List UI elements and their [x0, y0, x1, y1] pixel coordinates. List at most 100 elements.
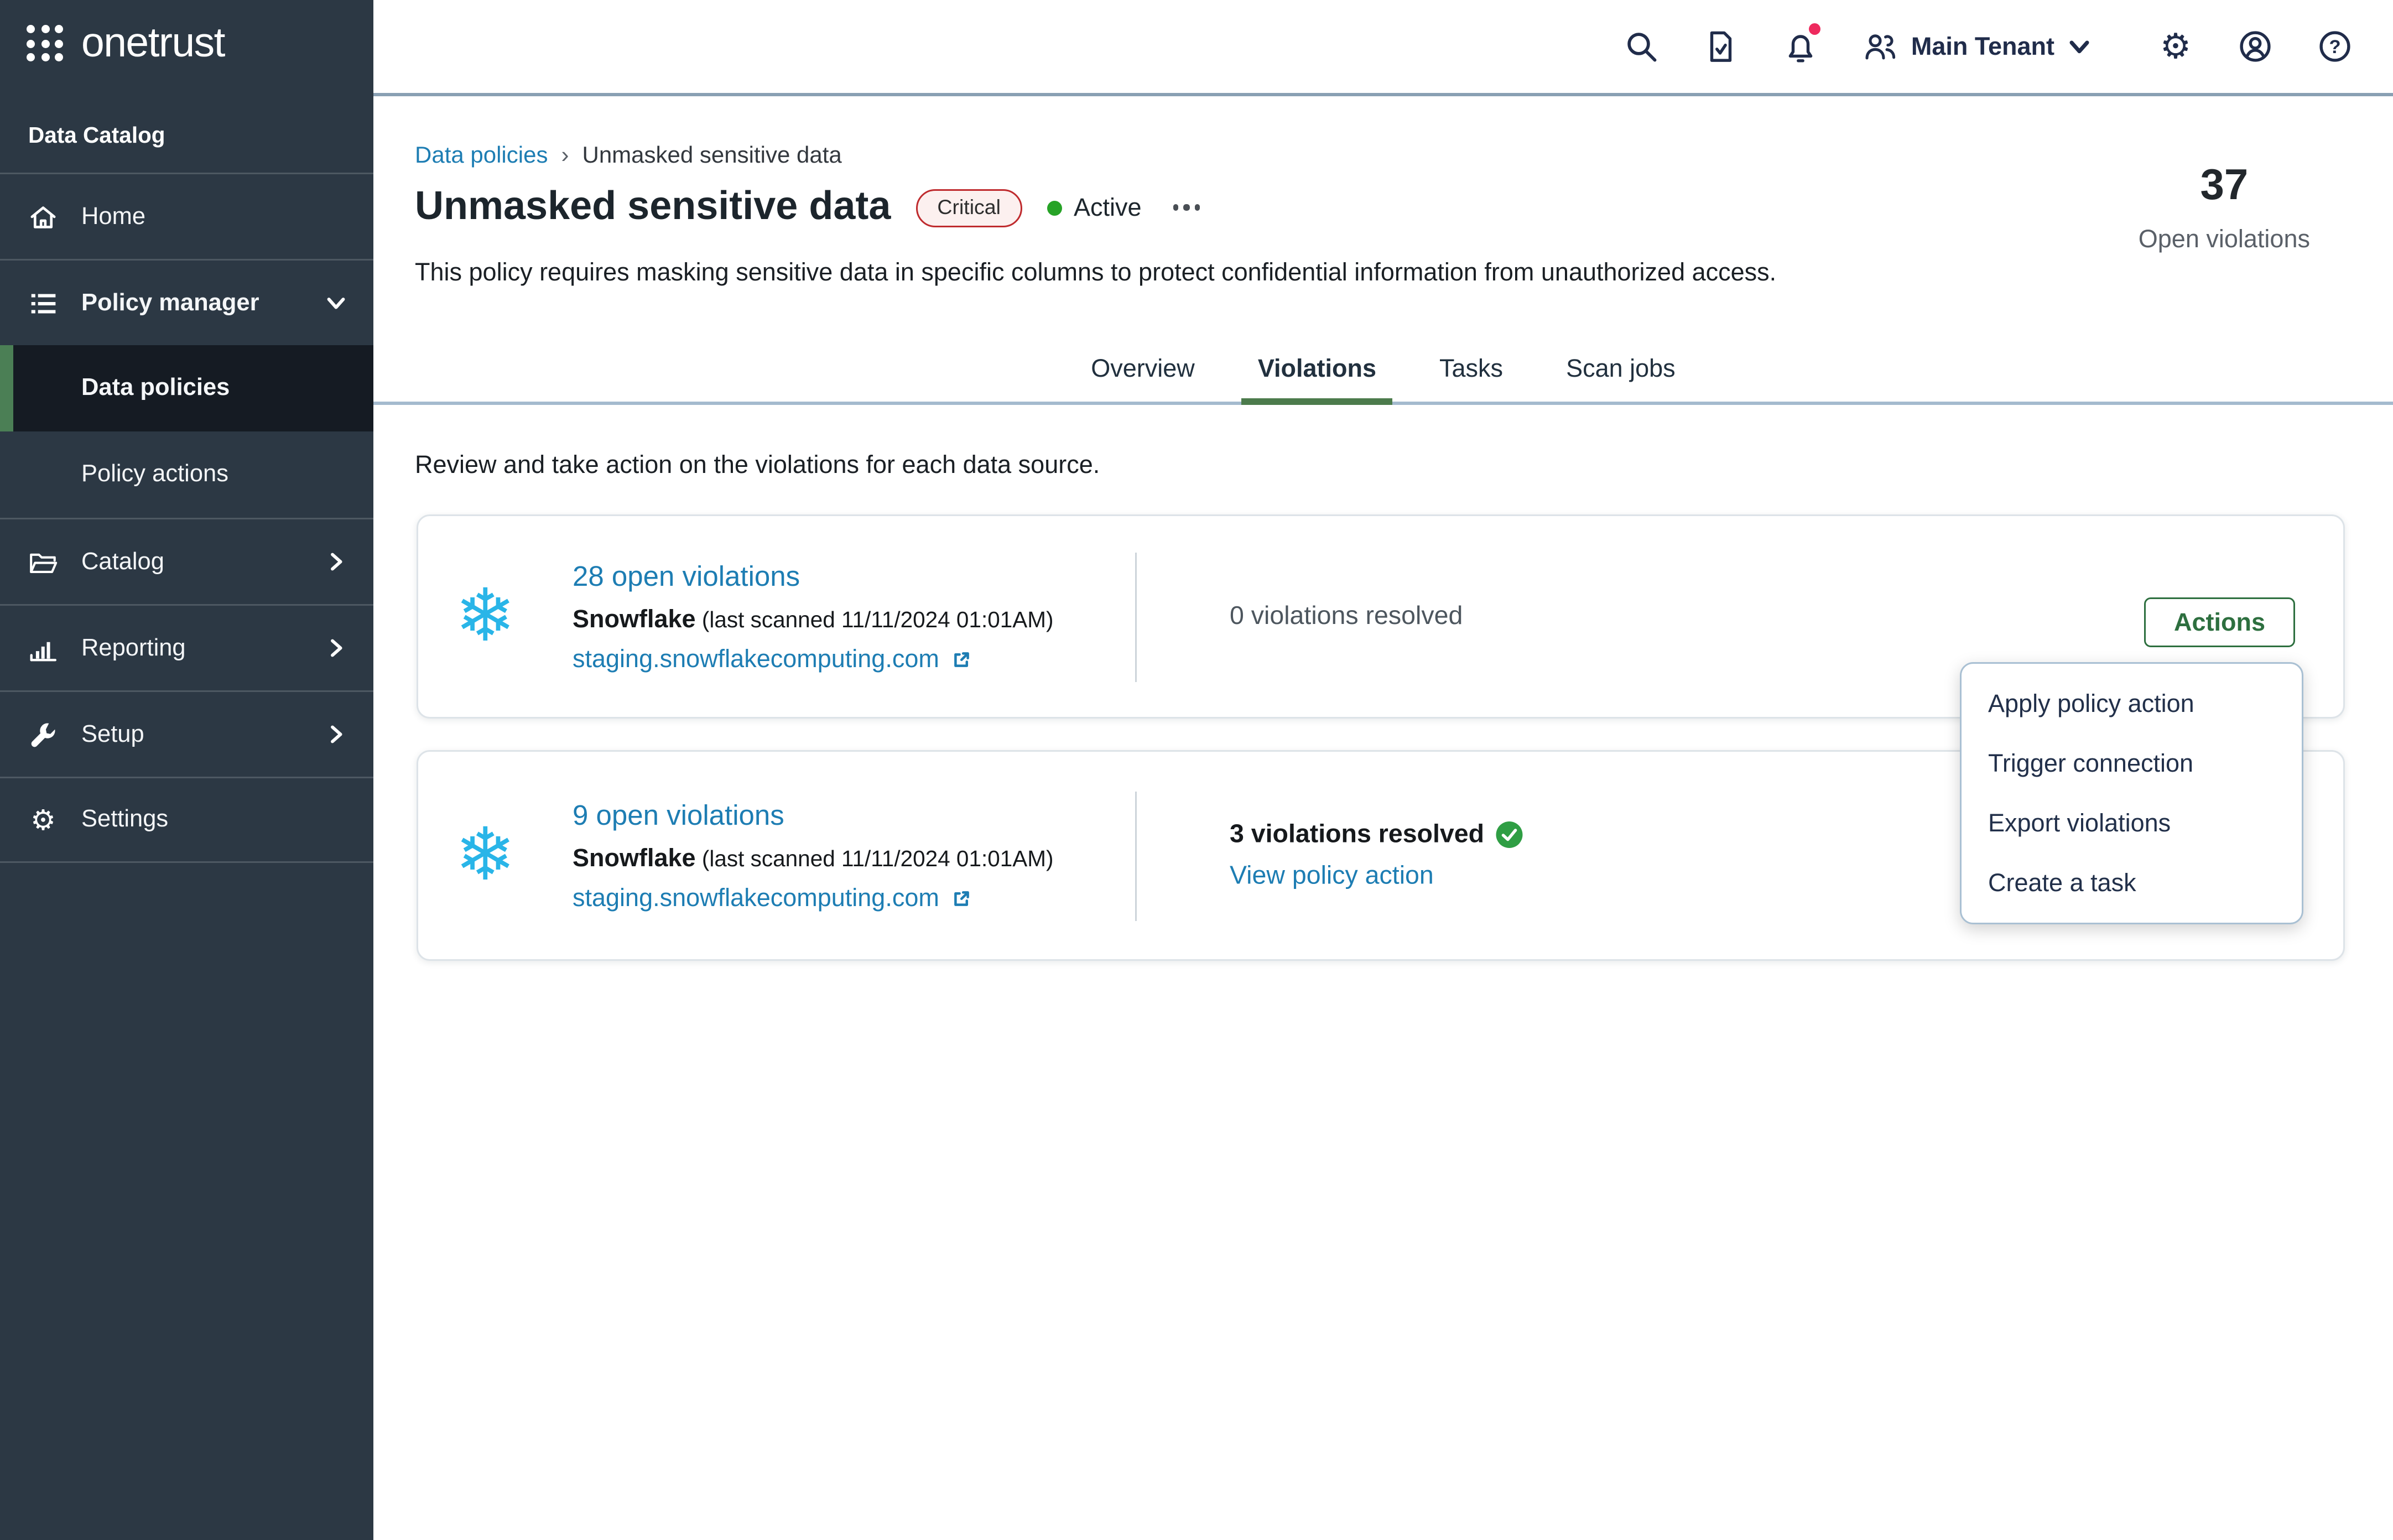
- sidebar-item-data-policies[interactable]: Data policies: [0, 345, 373, 431]
- product-label: Data Catalog: [28, 123, 165, 148]
- external-link-icon: [951, 648, 972, 670]
- source-name: Snowflake: [573, 605, 696, 633]
- card-source-block: 9 open violations Snowflake (last scanne…: [573, 799, 1054, 912]
- resolved-text: 3 violations resolved: [1230, 820, 1484, 850]
- search-icon[interactable]: [1622, 28, 1659, 65]
- page-title: Unmasked sensitive data: [415, 188, 891, 227]
- wrench-icon: [27, 718, 60, 751]
- policy-description: This policy requires masking sensitive d…: [415, 259, 1776, 287]
- sidebar-item-label: Data policies: [81, 375, 230, 402]
- open-violations-link[interactable]: 9 open violations: [573, 799, 1054, 833]
- snowflake-logo-icon: ❄: [455, 580, 516, 653]
- sidebar-item-home[interactable]: Home: [0, 173, 373, 259]
- svg-text:?: ?: [2329, 37, 2340, 58]
- breadcrumb-link-data-policies[interactable]: Data policies: [415, 141, 548, 168]
- last-scanned-info: (last scanned 11/11/2024 01:01AM): [702, 607, 1054, 632]
- sidebar-item-settings[interactable]: ⚙ Settings: [0, 777, 373, 863]
- help-icon[interactable]: ?: [2317, 28, 2353, 65]
- section-intro: Review and take action on the violations…: [415, 451, 1100, 480]
- open-violations-count: 37: [2139, 159, 2310, 211]
- severity-badge: Critical: [915, 189, 1022, 227]
- account-icon[interactable]: [2237, 28, 2274, 65]
- menu-item-create-a-task[interactable]: Create a task: [1962, 853, 2302, 913]
- menu-item-export-violations[interactable]: Export violations: [1962, 793, 2302, 853]
- more-options-icon[interactable]: [1167, 198, 1208, 217]
- tab-tasks[interactable]: Tasks: [1423, 332, 1520, 405]
- source-line: Snowflake (last scanned 11/11/2024 01:01…: [573, 844, 1054, 872]
- actions-button[interactable]: Actions: [2144, 597, 2295, 647]
- chevron-right-icon: [325, 637, 347, 659]
- source-name: Snowflake: [573, 844, 696, 872]
- sidebar-item-label: Settings: [81, 807, 168, 833]
- sidebar-nav: Home Policy manager: [0, 173, 373, 863]
- notification-bell-icon[interactable]: [1782, 28, 1818, 65]
- sidebar-item-label: Home: [81, 204, 145, 230]
- card-divider: [1135, 552, 1137, 681]
- resolved-block: 0 violations resolved: [1230, 602, 1463, 632]
- notification-badge-dot: [1808, 23, 1820, 35]
- actions-dropdown-menu: Apply policy action Trigger connection E…: [1960, 662, 2303, 924]
- source-host-link[interactable]: staging.snowflakecomputing.com: [573, 884, 1054, 912]
- chevron-right-icon: [325, 724, 347, 745]
- external-link-icon: [951, 887, 972, 909]
- chevron-right-icon: [325, 551, 347, 573]
- source-host-text: staging.snowflakecomputing.com: [573, 884, 939, 912]
- sidebar-item-policy-manager[interactable]: Policy manager: [0, 259, 373, 345]
- tenant-selector[interactable]: Main Tenant: [1861, 28, 2091, 65]
- tab-bar: Overview Violations Tasks Scan jobs: [373, 332, 2393, 405]
- top-header: Main Tenant ⚙ ?: [373, 0, 2393, 96]
- onetrust-logo: onetrust: [81, 23, 225, 65]
- last-scanned-info: (last scanned 11/11/2024 01:01AM): [702, 846, 1054, 871]
- resolved-block: 3 violations resolved View policy action: [1230, 820, 1524, 891]
- source-line: Snowflake (last scanned 11/11/2024 01:01…: [573, 605, 1054, 633]
- status-indicator: Active: [1047, 194, 1142, 222]
- source-host-text: staging.snowflakecomputing.com: [573, 645, 939, 673]
- sidebar-item-label: Policy manager: [81, 290, 259, 316]
- app-launcher-grid-icon[interactable]: [27, 25, 65, 63]
- menu-item-trigger-connection[interactable]: Trigger connection: [1962, 733, 2302, 793]
- breadcrumb-separator: ›: [561, 141, 569, 168]
- logo-row: onetrust: [27, 23, 225, 65]
- menu-item-apply-policy-action[interactable]: Apply policy action: [1962, 674, 2302, 733]
- check-circle-icon: [1496, 821, 1524, 849]
- tenant-label: Main Tenant: [1911, 33, 2054, 61]
- app-root: onetrust Data Catalog Home: [0, 0, 2393, 1540]
- sidebar-item-label: Reporting: [81, 635, 186, 662]
- card-divider: [1135, 791, 1137, 920]
- home-icon: [27, 200, 60, 233]
- bar-chart-icon: [27, 632, 60, 665]
- breadcrumb: Data policies › Unmasked sensitive data: [415, 141, 842, 168]
- status-dot-icon: [1047, 200, 1062, 215]
- open-violations-stat: 37 Open violations: [2139, 159, 2310, 254]
- sidebar-item-setup[interactable]: Setup: [0, 690, 373, 777]
- sidebar-item-catalog[interactable]: Catalog: [0, 518, 373, 604]
- main-content: Data policies › Unmasked sensitive data …: [373, 100, 2393, 1540]
- sidebar: onetrust Data Catalog Home: [0, 0, 373, 1540]
- tenant-people-icon: [1861, 28, 1898, 65]
- list-icon: [27, 287, 60, 320]
- sidebar-item-label: Catalog: [81, 549, 164, 575]
- resolved-text-row: 3 violations resolved: [1230, 820, 1524, 850]
- sidebar-item-reporting[interactable]: Reporting: [0, 604, 373, 690]
- chevron-down-icon: [325, 292, 347, 314]
- breadcrumb-current: Unmasked sensitive data: [582, 141, 841, 168]
- document-check-icon[interactable]: [1702, 28, 1739, 65]
- sidebar-item-policy-actions[interactable]: Policy actions: [0, 431, 373, 518]
- tab-overview[interactable]: Overview: [1074, 332, 1211, 405]
- tab-scan-jobs[interactable]: Scan jobs: [1549, 332, 1692, 405]
- resolved-text: 0 violations resolved: [1230, 602, 1463, 630]
- open-violations-link[interactable]: 28 open violations: [573, 560, 1054, 594]
- card-source-block: 28 open violations Snowflake (last scann…: [573, 560, 1054, 673]
- gear-icon: ⚙: [27, 803, 60, 836]
- sidebar-item-label: Setup: [81, 721, 144, 748]
- snowflake-logo-icon: ❄: [455, 819, 516, 892]
- title-row: Unmasked sensitive data Critical Active: [415, 179, 1207, 236]
- chevron-down-icon: [2068, 35, 2091, 58]
- sidebar-item-label: Policy actions: [81, 461, 228, 488]
- tab-violations[interactable]: Violations: [1241, 332, 1393, 405]
- view-policy-action-link[interactable]: View policy action: [1230, 861, 1524, 891]
- source-host-link[interactable]: staging.snowflakecomputing.com: [573, 645, 1054, 673]
- status-label: Active: [1074, 194, 1142, 222]
- open-violations-label: Open violations: [2139, 226, 2310, 254]
- gear-icon[interactable]: ⚙: [2157, 28, 2194, 65]
